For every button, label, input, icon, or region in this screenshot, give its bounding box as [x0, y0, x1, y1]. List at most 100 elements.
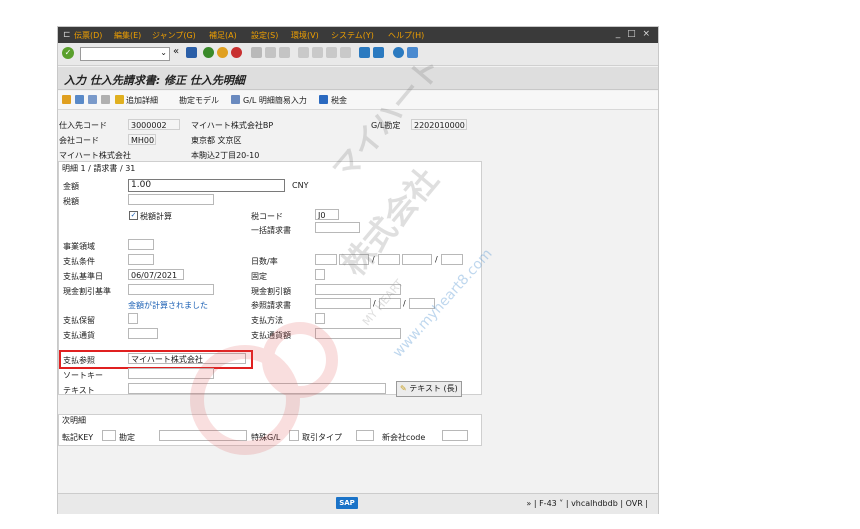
- account-model-button[interactable]: 勘定モデル: [179, 95, 219, 106]
- account-input[interactable]: [159, 430, 247, 441]
- help-icon[interactable]: [393, 47, 404, 58]
- application-toolbar: 追加詳細 勘定モデル G/L 明細簡易入力 税金: [58, 91, 658, 110]
- item-panel: 明細 1 / 請求書 / 31 金額 1.00 CNY 税額 ✓ 税額計算 税コ…: [58, 161, 482, 397]
- command-field[interactable]: ⌄: [80, 47, 170, 61]
- vendor-city: 東京都 文京区: [191, 136, 242, 145]
- payment-method-input[interactable]: [315, 313, 325, 324]
- transaction-type-input[interactable]: [356, 430, 374, 441]
- menu-document[interactable]: 伝票(D): [74, 30, 102, 41]
- next-item-panel: 次明細 転記KEY 勘定 特殊G/L 取引タイプ 新会社code: [58, 414, 482, 446]
- layout-menu-icon[interactable]: [407, 47, 418, 58]
- payment-block-label: 支払保留: [63, 316, 95, 325]
- baseline-date-input[interactable]: 06/07/2021: [128, 269, 184, 280]
- cash-discount-amount-input[interactable]: [315, 284, 401, 295]
- company-name: マイハート株式会社: [59, 151, 131, 160]
- slash-separator: /: [372, 255, 375, 264]
- sort-key-input[interactable]: [128, 368, 214, 379]
- chevron-down-icon[interactable]: ⌄: [160, 48, 167, 57]
- next-page-icon[interactable]: [326, 47, 337, 58]
- vendor-address: 本駒込2丁目20-10: [191, 151, 260, 160]
- menu-environment[interactable]: 環境(V): [291, 30, 319, 41]
- payment-block-input[interactable]: [128, 313, 138, 324]
- screen-title-bar: 入力 仕入先請求書: 修正 仕入先明細: [58, 67, 658, 90]
- amount-input[interactable]: 1.00: [128, 179, 285, 192]
- copy-icon[interactable]: [101, 95, 110, 104]
- vendor-icon[interactable]: [62, 95, 71, 104]
- shortcut-icon[interactable]: [373, 47, 384, 58]
- days2-input[interactable]: [378, 254, 400, 265]
- posting-key-input[interactable]: [102, 430, 116, 441]
- item-heading: 明細 1 / 請求書 / 31: [62, 164, 136, 173]
- cash-discount-amount-label: 現金割引額: [251, 287, 291, 296]
- business-area-input[interactable]: [128, 239, 154, 250]
- tax-code-input[interactable]: J0: [315, 209, 339, 220]
- long-text-icon: ✎: [400, 384, 407, 393]
- enter-icon[interactable]: ✓: [62, 47, 74, 59]
- cash-discount-base-input[interactable]: [128, 284, 214, 295]
- menu-system[interactable]: システム(Y): [331, 30, 374, 41]
- payment-currency-amount-input[interactable]: [315, 328, 401, 339]
- back-icon[interactable]: «: [173, 46, 179, 57]
- page-title: 入力 仕入先請求書: 修正 仕入先明細: [64, 74, 245, 87]
- find-icon[interactable]: [265, 47, 276, 58]
- menu-window-icon[interactable]: ⊏: [63, 30, 71, 40]
- cancel-icon[interactable]: [231, 47, 242, 58]
- gl-fast-entry-button[interactable]: G/L 明細簡易入力: [243, 95, 307, 106]
- cash-discount-base-label: 現金割引基準: [63, 287, 111, 296]
- tax-amount-input[interactable]: [128, 194, 214, 205]
- rate2-input[interactable]: [402, 254, 432, 265]
- fixed-label: 固定: [251, 272, 267, 281]
- days3-input[interactable]: [441, 254, 463, 265]
- print-icon[interactable]: [251, 47, 262, 58]
- tax-code-label: 税コード: [251, 212, 283, 221]
- save-icon[interactable]: [186, 47, 197, 58]
- payment-currency-input[interactable]: [128, 328, 158, 339]
- previous-page-icon[interactable]: [312, 47, 323, 58]
- tax-amount-label: 税額: [63, 197, 79, 206]
- reference-invoice-input[interactable]: [315, 298, 371, 309]
- reference-item-input[interactable]: [409, 298, 435, 309]
- edit-icon[interactable]: [231, 95, 240, 104]
- last-page-icon[interactable]: [340, 47, 351, 58]
- menu-edit[interactable]: 編集(E): [114, 30, 141, 41]
- payment-terms-input[interactable]: [128, 254, 154, 265]
- new-company-label: 新会社code: [382, 433, 426, 442]
- slash-separator: /: [373, 299, 376, 308]
- menu-help[interactable]: ヘルプ(H): [388, 30, 424, 41]
- posting-key-label: 転記KEY: [62, 433, 94, 442]
- fixed-input[interactable]: [315, 269, 325, 280]
- special-gl-input[interactable]: [289, 430, 299, 441]
- exit-icon[interactable]: [217, 47, 228, 58]
- days1-input[interactable]: [315, 254, 337, 265]
- first-page-icon[interactable]: [298, 47, 309, 58]
- slash-separator: /: [403, 299, 406, 308]
- menu-goto[interactable]: ジャンプ(G): [152, 30, 196, 41]
- new-company-input[interactable]: [442, 430, 468, 441]
- calculate-tax-checkbox[interactable]: ✓: [129, 211, 138, 220]
- reference-year-input[interactable]: [379, 298, 401, 309]
- window-controls[interactable]: _ □ ×: [616, 29, 652, 39]
- menu-settings[interactable]: 設定(S): [251, 30, 278, 41]
- lump-invoice-input[interactable]: [315, 222, 360, 233]
- new-session-icon[interactable]: [359, 47, 370, 58]
- calculate-tax-label: 税額計算: [140, 212, 172, 221]
- back-nav-icon[interactable]: [203, 47, 214, 58]
- tax-button[interactable]: 税金: [331, 95, 347, 106]
- info-icon[interactable]: [319, 95, 328, 104]
- find-next-icon[interactable]: [279, 47, 290, 58]
- document-icon[interactable]: [75, 95, 84, 104]
- long-text-button[interactable]: ✎ テキスト (長): [396, 381, 462, 397]
- system-info[interactable]: » | F-43 ˅ | vhcalhdbdb | OVR |: [526, 499, 648, 508]
- reference-invoice-label: 参照請求書: [251, 301, 291, 310]
- text-input[interactable]: [128, 383, 386, 394]
- add-detail-icon[interactable]: [115, 95, 124, 104]
- overview-icon[interactable]: [88, 95, 97, 104]
- menu-extras[interactable]: 補足(A): [209, 30, 237, 41]
- rate1-input[interactable]: [339, 254, 369, 265]
- next-item-heading: 次明細: [62, 416, 86, 425]
- sap-logo: SAP: [336, 497, 358, 509]
- add-detail-button[interactable]: 追加詳細: [126, 95, 158, 106]
- company-code-label: 会社コード: [59, 136, 99, 145]
- vendor-code-label: 仕入先コード: [59, 121, 107, 130]
- standard-toolbar: ✓ ⌄ «: [58, 43, 658, 66]
